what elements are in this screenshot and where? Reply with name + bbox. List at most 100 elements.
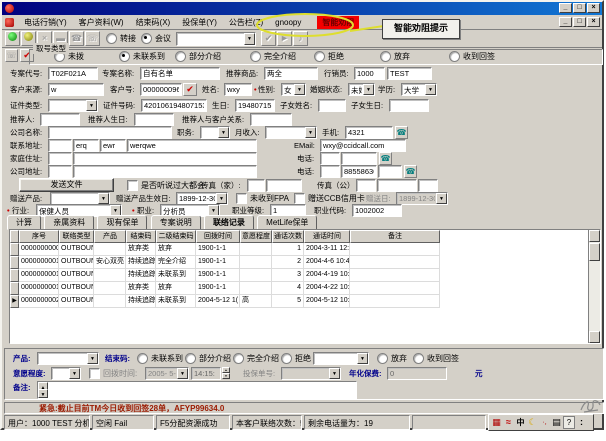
line-online-icon[interactable] [5,31,20,46]
chevron-down-icon[interactable]: ▼ [363,84,374,95]
home-addr-input-1[interactable] [48,152,72,165]
policy-no-combobox[interactable]: ▼ [281,367,341,380]
dialtype-signed-radio[interactable]: 收到回签 [449,50,495,63]
intent-combobox[interactable]: ▼ [51,367,81,380]
menu-customer-data[interactable]: 客户资料(W) [73,17,130,28]
company-input[interactable] [48,126,172,139]
fax-office-input[interactable] [377,179,417,192]
time-spinner[interactable]: ▲ ▼ [222,367,230,380]
case-code-input[interactable] [48,67,98,80]
tray-more-icon[interactable]: : [576,416,587,429]
referrer-relation-input[interactable] [250,113,292,126]
chevron-down-icon[interactable]: ▼ [218,127,229,138]
dialtype-reject-radio[interactable]: 拒绝 [314,50,344,63]
col-call-time[interactable]: 通话时间 [304,230,350,243]
contact-addr-input-2[interactable] [73,139,99,152]
dialtype-notreached-radio[interactable]: 未联系到 [119,50,165,63]
chevron-down-icon[interactable]: ▼ [294,84,305,95]
office-addr-input-2[interactable] [73,165,257,178]
col-contact-type[interactable]: 联络类型 [59,230,94,243]
tab-calculate[interactable]: 计算 [7,215,41,230]
ime-layout-icon[interactable]: ▦ [491,416,502,429]
dial-office-button[interactable]: ☎ [404,165,417,178]
verify-customer-button[interactable]: ✔ [183,83,197,96]
menu-telemarketing[interactable]: 电话行销(Y) [18,17,73,28]
dial-home-button[interactable]: ☎ [379,152,392,165]
chevron-down-icon[interactable]: ▼ [305,127,316,138]
id-no-input[interactable] [141,99,207,112]
code-partintro-radio[interactable]: 部分介绍 [185,352,231,365]
source-input[interactable] [48,83,104,96]
case-name-input[interactable] [140,67,220,80]
chevron-down-icon[interactable]: ▼ [177,368,188,379]
office-addr-input-1[interactable] [48,165,72,178]
menu-end-code[interactable]: 结束码(X) [130,17,177,28]
email-input[interactable] [320,139,406,152]
fax-office-area-input[interactable] [356,179,376,192]
col-note[interactable]: 备注 [350,230,440,243]
chevron-down-icon[interactable]: ▼ [436,193,447,204]
id-type-combobox[interactable]: ▼ [48,99,98,112]
code-reject-radio[interactable]: 拒绝 [281,352,311,365]
minimize-button[interactable]: _ [559,3,572,13]
contact-addr-input-4[interactable] [127,139,257,152]
col-end-code2[interactable]: 二级结束码 [156,230,196,243]
code-giveup-radio[interactable]: 放弃 [377,352,407,365]
callback-date-combobox[interactable]: 2005- 5-20▼ [145,367,189,380]
extension-combobox[interactable]: ▼ [176,32,256,46]
help-icon[interactable]: ? [563,416,575,429]
chevron-down-icon[interactable]: ▼ [86,100,97,111]
heard-metlife-checkbox[interactable]: 是否听说过大都会 [127,179,205,192]
spin-down-icon[interactable]: ▼ [222,373,230,379]
name-input[interactable] [224,83,252,96]
scroll-down-icon[interactable] [589,331,600,343]
chevron-down-icon[interactable]: ▼ [329,368,340,379]
ime-punctuation-icon[interactable]: ·, [539,416,550,429]
chevron-down-icon[interactable]: ▼ [357,353,368,364]
tab-metlife-policies[interactable]: MetLife保单 [257,215,317,230]
product-input[interactable] [264,67,318,80]
note-textarea[interactable]: ▲ ▼ [37,381,357,399]
fax-office-ext-input[interactable] [418,179,438,192]
marital-combobox[interactable]: 未婚▼ [348,83,375,96]
result-product-combobox[interactable]: ▼ [37,352,99,365]
col-seq[interactable]: 序号 [19,230,59,243]
occ-code-input[interactable] [352,204,402,217]
menu-policy[interactable]: 投保单(Y) [176,17,223,28]
child-birthday-input[interactable] [389,99,429,112]
tab-existing-policies[interactable]: 现有保单 [97,215,147,230]
chevron-down-icon[interactable]: ▼ [69,368,80,379]
tab-contact-records[interactable]: 联络记录 [204,215,254,230]
chevron-down-icon[interactable]: ▼ [244,33,255,45]
chevron-down-icon[interactable]: ▼ [98,193,109,204]
code-notreached-radio[interactable]: 未联系到 [137,352,183,365]
menu-gnoopy[interactable]: gnoopy [269,18,307,27]
next-call-icon[interactable]: ► [277,31,292,46]
ime-softkeyboard-icon[interactable]: ▤ [551,416,562,429]
home-phone-input[interactable] [341,152,377,165]
education-combobox[interactable]: 大学▼ [401,83,437,96]
conference-radio[interactable]: 会议 [141,33,171,44]
ime-halfwidth-moon-icon[interactable]: ☾ [527,416,538,429]
callback-checkbox[interactable]: 回拨时间: [89,367,137,380]
col-call-count[interactable]: 通话次数 [272,230,304,243]
transfer-radio[interactable]: 转接 [106,33,136,44]
agent-id-input[interactable] [354,67,385,80]
ime-chinese-mode[interactable]: 中 [515,416,526,429]
contact-addr-input-3[interactable] [100,139,126,152]
office-phone-input[interactable] [341,165,377,178]
tab-case-notes[interactable]: 专案说明 [151,215,201,230]
col-intent[interactable]: 意愿程度 [240,230,272,243]
restore-button[interactable]: □ [573,3,586,13]
code-signed-radio[interactable]: 收到回签 [413,352,459,365]
col-end-code[interactable]: 结束码 [126,230,156,243]
tab-relatives[interactable]: 亲属资料 [44,215,94,230]
chevron-down-icon[interactable]: ▼ [216,193,227,204]
code-fullintro-radio[interactable]: 完全介绍 [233,352,279,365]
contact-addr-input-1[interactable] [48,139,72,152]
bell-icon[interactable]: ♪ [293,31,308,46]
dial-mobile-button[interactable]: ☎ [395,126,408,139]
dial-number-button[interactable]: ☏ [5,49,18,62]
job-combobox[interactable]: ▼ [200,126,230,139]
send-file-button[interactable]: 发送文件 [19,178,114,192]
